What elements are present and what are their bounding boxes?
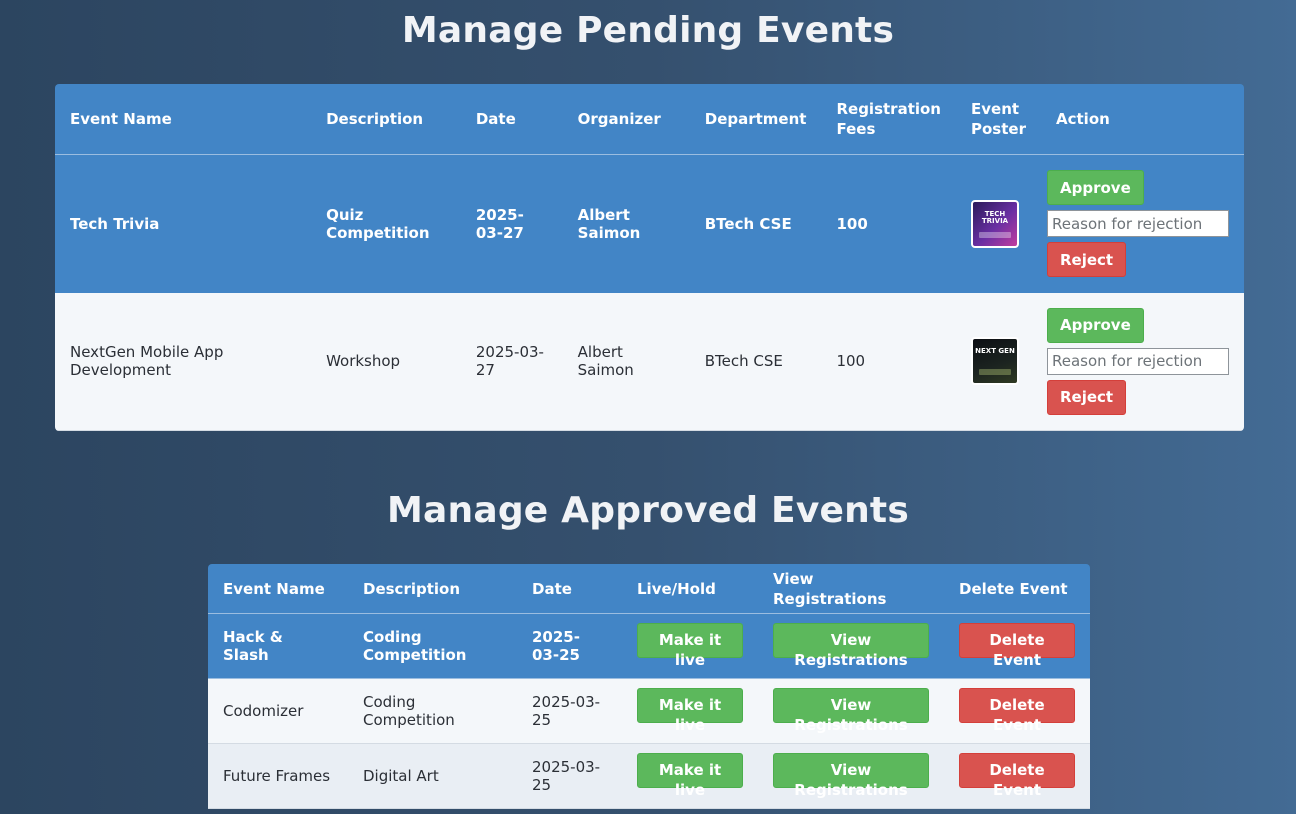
live-cell: Make it live bbox=[622, 678, 758, 744]
pending-events-table: Event Name Description Date Organizer De… bbox=[55, 84, 1244, 431]
make-live-button[interactable]: Make it live bbox=[637, 623, 743, 669]
event-name-cell: Tech Trivia bbox=[55, 154, 312, 293]
pending-events-title: Manage Pending Events bbox=[401, 10, 895, 51]
delete-event-button[interactable]: Delete Event bbox=[959, 623, 1075, 669]
column-header-description: Description bbox=[311, 84, 461, 155]
table-header-row: Event Name Description Date Organizer De… bbox=[55, 84, 1244, 155]
organizer-cell: Albert Saimon bbox=[562, 292, 690, 431]
column-header-event-poster: Event Poster bbox=[956, 84, 1041, 155]
delete-event-button[interactable]: Delete Event bbox=[959, 688, 1075, 734]
live-cell: Make it live bbox=[622, 743, 758, 809]
fees-cell: 100 bbox=[821, 154, 956, 293]
event-poster-thumbnail[interactable]: TECH TRIVIA bbox=[971, 199, 1019, 248]
date-cell: 2025-03-25 bbox=[517, 743, 622, 809]
column-header-description: Description bbox=[348, 564, 517, 614]
event-name-cell: Hack & Slash bbox=[208, 613, 348, 679]
registrations-cell: View Registrations bbox=[758, 678, 944, 744]
make-live-button[interactable]: Make it live bbox=[637, 753, 743, 799]
column-header-date: Date bbox=[460, 84, 563, 155]
description-cell: Coding Competition bbox=[348, 678, 517, 744]
poster-graphic bbox=[979, 231, 1011, 238]
poster-title: NEXT GEN bbox=[975, 347, 1015, 356]
poster-title: TECH TRIVIA bbox=[981, 209, 1009, 225]
table-row: Future Frames Digital Art 2025-03-25 Mak… bbox=[208, 743, 1090, 809]
live-cell: Make it live bbox=[622, 613, 758, 679]
event-name-cell: Codomizer bbox=[208, 678, 348, 744]
description-cell: Workshop bbox=[311, 292, 461, 431]
column-header-department: Department bbox=[689, 84, 822, 155]
column-header-action: Action bbox=[1041, 84, 1244, 155]
delete-cell: Delete Event bbox=[944, 678, 1090, 744]
action-cell: Approve Reject bbox=[1041, 154, 1244, 293]
reject-button[interactable]: Reject bbox=[1047, 242, 1127, 278]
column-header-event-name: Event Name bbox=[208, 564, 348, 614]
column-header-event-name: Event Name bbox=[55, 84, 312, 155]
approve-button[interactable]: Approve bbox=[1047, 170, 1144, 206]
poster-cell: NEXT GEN bbox=[956, 292, 1041, 431]
organizer-cell: Albert Saimon bbox=[562, 154, 690, 293]
department-cell: BTech CSE bbox=[689, 292, 822, 431]
table-row: Codomizer Coding Competition 2025-03-25 … bbox=[208, 678, 1090, 744]
table-row: Tech Trivia Quiz Competition 2025-03-27 … bbox=[55, 154, 1244, 293]
poster-cell: TECH TRIVIA bbox=[956, 154, 1041, 293]
date-cell: 2025-03-27 bbox=[460, 292, 563, 431]
rejection-reason-input[interactable] bbox=[1047, 347, 1229, 375]
table-row: Hack & Slash Coding Competition 2025-03-… bbox=[208, 613, 1090, 679]
table-row: NextGen Mobile App Development Workshop … bbox=[55, 292, 1244, 431]
action-cell: Approve Reject bbox=[1041, 292, 1244, 431]
department-cell: BTech CSE bbox=[689, 154, 822, 293]
table-header-row: Event Name Description Date Live/Hold Vi… bbox=[208, 564, 1090, 614]
delete-event-button[interactable]: Delete Event bbox=[959, 753, 1075, 799]
column-header-date: Date bbox=[517, 564, 622, 614]
date-cell: 2025-03-27 bbox=[460, 154, 563, 293]
view-registrations-button[interactable]: View Registrations bbox=[773, 753, 929, 799]
date-cell: 2025-03-25 bbox=[517, 678, 622, 744]
delete-cell: Delete Event bbox=[944, 613, 1090, 679]
description-cell: Quiz Competition bbox=[311, 154, 461, 293]
poster-graphic bbox=[979, 369, 1011, 376]
event-name-cell: Future Frames bbox=[208, 743, 348, 809]
description-cell: Coding Competition bbox=[348, 613, 517, 679]
view-registrations-button[interactable]: View Registrations bbox=[773, 688, 929, 734]
column-header-live-hold: Live/Hold bbox=[622, 564, 758, 614]
delete-cell: Delete Event bbox=[944, 743, 1090, 809]
approved-events-table: Event Name Description Date Live/Hold Vi… bbox=[208, 564, 1090, 809]
make-live-button[interactable]: Make it live bbox=[637, 688, 743, 734]
column-header-organizer: Organizer bbox=[562, 84, 690, 155]
approve-button[interactable]: Approve bbox=[1047, 307, 1144, 343]
event-poster-thumbnail[interactable]: NEXT GEN bbox=[971, 337, 1019, 386]
column-header-view-registrations: View Registrations bbox=[758, 564, 944, 614]
column-header-delete-event: Delete Event bbox=[944, 564, 1090, 614]
column-header-registration-fees: Registration Fees bbox=[821, 84, 956, 155]
registrations-cell: View Registrations bbox=[758, 613, 944, 679]
fees-cell: 100 bbox=[821, 292, 956, 431]
approved-events-title: Manage Approved Events bbox=[387, 490, 909, 531]
registrations-cell: View Registrations bbox=[758, 743, 944, 809]
event-name-cell: NextGen Mobile App Development bbox=[55, 292, 312, 431]
rejection-reason-input[interactable] bbox=[1047, 210, 1229, 238]
description-cell: Digital Art bbox=[348, 743, 517, 809]
reject-button[interactable]: Reject bbox=[1047, 379, 1127, 415]
date-cell: 2025-03-25 bbox=[517, 613, 622, 679]
view-registrations-button[interactable]: View Registrations bbox=[773, 623, 929, 669]
